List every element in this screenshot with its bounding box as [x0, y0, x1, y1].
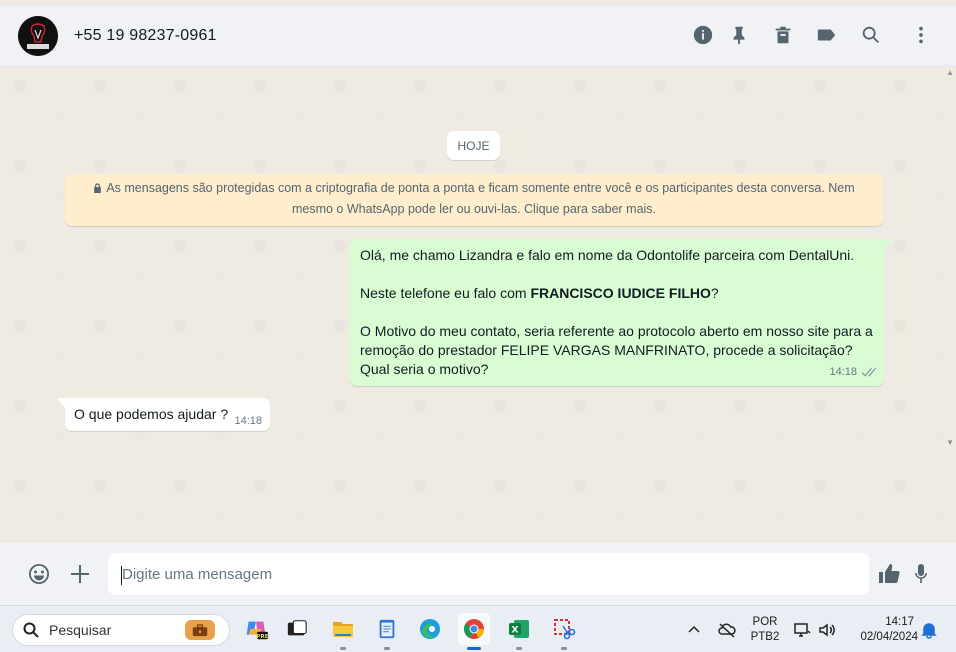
contact-name[interactable]: +55 19 98237-0961	[74, 27, 217, 45]
text-caret	[121, 566, 122, 585]
avatar-logo-icon	[18, 16, 58, 56]
outgoing-bubble-tail	[884, 239, 892, 249]
thumbs-up-icon[interactable]	[876, 561, 902, 587]
network-icon[interactable]	[792, 620, 812, 640]
scroll-up-arrow-icon[interactable]: ▲	[946, 68, 954, 77]
encryption-notice[interactable]: As mensagens são protegidas com a cripto…	[65, 174, 883, 226]
pin-icon[interactable]	[727, 23, 751, 47]
message-time: 14:18	[234, 415, 262, 427]
taskbar-search[interactable]: Pesquisar	[12, 614, 230, 646]
copilot-icon: PRE	[246, 621, 269, 640]
notepad-icon	[379, 619, 395, 639]
notification-bell-icon[interactable]	[919, 620, 939, 640]
message-input[interactable]	[108, 553, 869, 595]
attach-plus-icon[interactable]	[67, 561, 93, 587]
input-language[interactable]: POR PTB2	[749, 615, 781, 645]
edge-icon	[420, 619, 440, 639]
taskbar-edge[interactable]	[414, 613, 446, 645]
microphone-icon[interactable]	[908, 561, 934, 587]
windows-taskbar: Pesquisar PRE X POR PTB2 14:17 02/04/202…	[0, 605, 956, 652]
emoji-icon[interactable]	[26, 561, 52, 587]
contact-avatar[interactable]	[18, 16, 58, 56]
terminal-icon	[287, 620, 307, 636]
chrome-icon	[464, 619, 484, 639]
excel-icon: X	[509, 620, 529, 638]
message-text: O que podemos ajudar ?	[74, 406, 229, 422]
info-icon[interactable]	[691, 23, 715, 47]
message-line: O Motivo do meu contato, seria referente…	[360, 323, 873, 377]
delete-icon[interactable]	[771, 23, 795, 47]
taskbar-copilot[interactable]: PRE	[240, 613, 272, 645]
message-line: Neste telefone eu falo com FRANCISCO IUD…	[360, 285, 719, 301]
taskbar-snipping-tool[interactable]	[548, 613, 580, 650]
incoming-message[interactable]: O que podemos ajudar ? 14:18	[65, 398, 270, 431]
taskbar-notepad[interactable]	[371, 613, 403, 650]
encryption-notice-text: As mensagens são protegidas com a cripto…	[106, 181, 855, 216]
taskbar-file-explorer[interactable]	[327, 613, 359, 650]
briefcase-icon	[185, 620, 215, 640]
taskbar-excel[interactable]: X	[503, 613, 535, 650]
incoming-bubble-tail	[57, 398, 65, 408]
message-meta: 14:18	[829, 363, 876, 382]
taskbar-clock[interactable]: 14:17 02/04/2024	[848, 615, 918, 645]
onedrive-offline-icon[interactable]	[717, 620, 737, 640]
snipping-tool-icon	[554, 619, 576, 640]
clock-date: 02/04/2024	[860, 631, 918, 643]
language-code: POR	[752, 616, 778, 628]
taskbar-chrome[interactable]	[458, 613, 490, 650]
search-icon	[23, 622, 39, 638]
message-composer	[0, 543, 956, 605]
clock-time: 14:17	[885, 616, 914, 628]
scroll-down-arrow-icon[interactable]: ▼	[946, 438, 954, 447]
keyboard-layout: PTB2	[750, 631, 780, 643]
svg-text:PRE: PRE	[256, 634, 268, 640]
chat-header: +55 19 98237-0961	[0, 6, 956, 66]
message-bold-name: FRANCISCO IUDICE FILHO	[530, 285, 711, 301]
folder-icon	[333, 622, 353, 637]
day-separator: HOJE	[447, 131, 500, 160]
svg-text:X: X	[512, 626, 519, 636]
search-icon[interactable]	[859, 23, 883, 47]
chevron-up-icon[interactable]	[684, 620, 704, 640]
volume-icon[interactable]	[817, 620, 837, 640]
message-time: 14:18	[829, 366, 857, 378]
menu-icon[interactable]	[909, 23, 933, 47]
label-icon[interactable]	[815, 23, 839, 47]
outgoing-message[interactable]: Olá, me chamo Lizandra e falo em nome da…	[350, 239, 884, 386]
taskbar-terminal[interactable]	[281, 613, 313, 645]
double-check-icon	[861, 367, 876, 377]
message-line: Olá, me chamo Lizandra e falo em nome da…	[360, 247, 855, 263]
taskbar-search-label: Pesquisar	[49, 622, 112, 638]
lock-icon	[93, 179, 102, 193]
